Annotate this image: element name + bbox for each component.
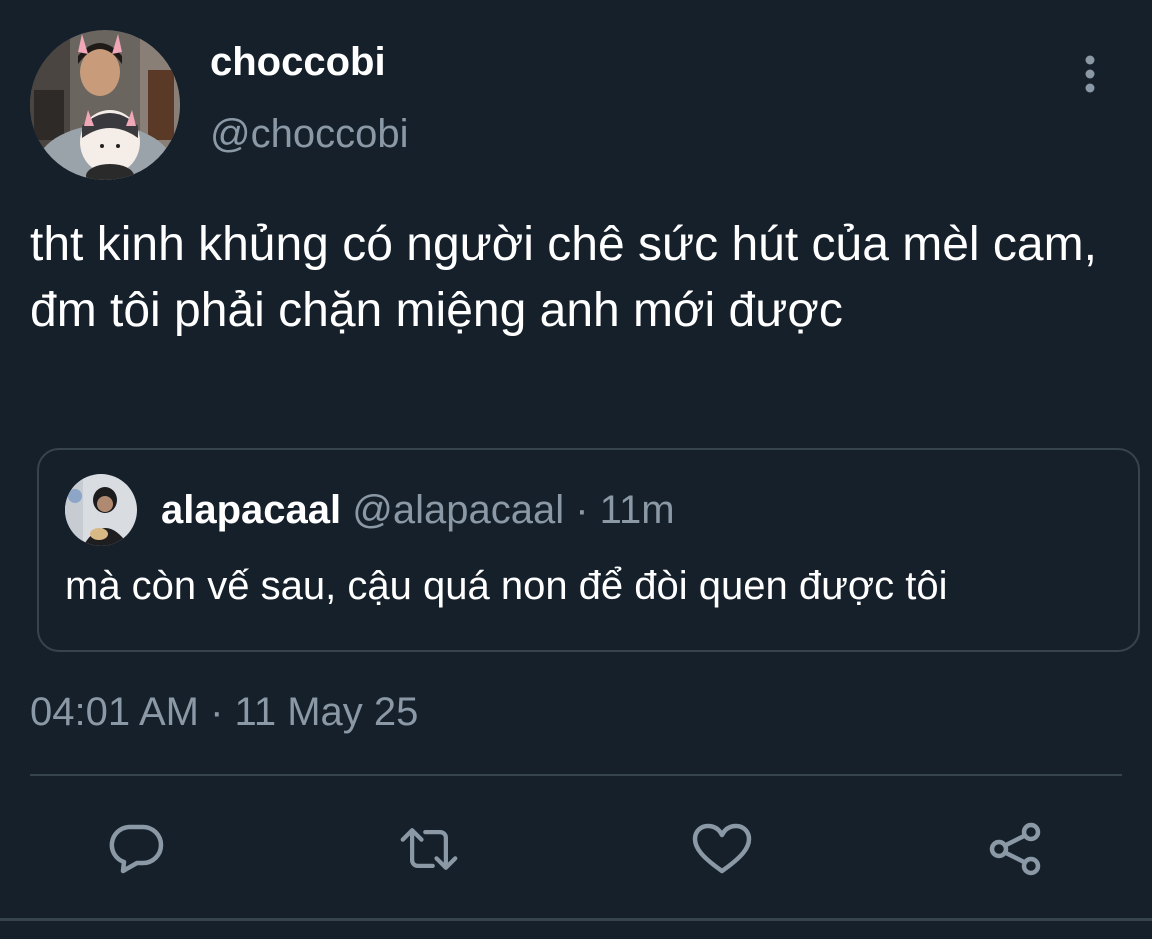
- like-icon: [692, 823, 752, 874]
- author-avatar[interactable]: [30, 30, 180, 180]
- reply-button[interactable]: [106, 819, 166, 879]
- quoted-author-meta: @alapacaal · 11m: [352, 488, 675, 532]
- retweet-icon: [400, 828, 458, 870]
- quoted-author-name[interactable]: alapacaal: [161, 488, 341, 532]
- like-button[interactable]: [692, 819, 752, 879]
- tweet-timestamp[interactable]: 04:01 AM · 11 May 25: [30, 690, 418, 735]
- tweet-text: tht kinh khủng có người chê sức hút của …: [30, 218, 1097, 337]
- retweet-button[interactable]: [399, 819, 459, 879]
- bottom-divider: [0, 918, 1152, 921]
- quoted-tweet[interactable]: alapacaal @alapacaal · 11m mà còn vế sau…: [37, 448, 1140, 652]
- divider: [30, 774, 1122, 776]
- quoted-tweet-header: alapacaal @alapacaal · 11m: [161, 488, 675, 533]
- reply-icon: [109, 824, 164, 874]
- author-display-name[interactable]: choccobi: [210, 40, 386, 85]
- share-icon: [989, 822, 1041, 876]
- more-vertical-icon: [1085, 55, 1095, 93]
- share-button[interactable]: [985, 819, 1045, 879]
- author-handle[interactable]: @choccobi: [210, 112, 408, 157]
- quoted-tweet-text: mà còn vế sau, cậu quá non để đòi quen đ…: [65, 564, 948, 608]
- more-options-button[interactable]: [1068, 52, 1112, 96]
- quoted-author-avatar[interactable]: [65, 474, 137, 546]
